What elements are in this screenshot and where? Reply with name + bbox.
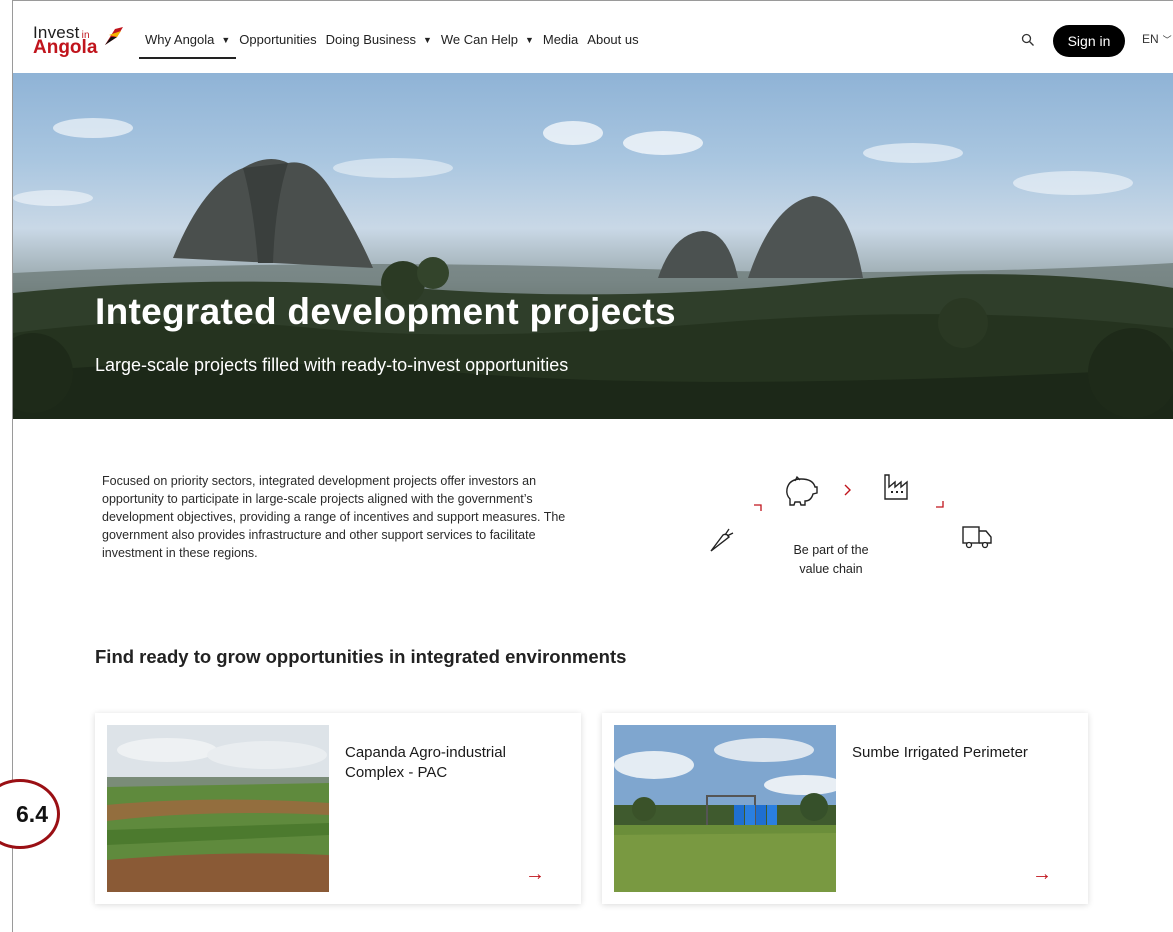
nav-label: Doing Business <box>325 32 416 47</box>
logo-flag-icon <box>105 27 123 45</box>
hero-title: Integrated development projects <box>95 291 676 332</box>
intro-paragraph: Focused on priority sectors, integrated … <box>102 474 566 560</box>
logo-word-angola: Angola <box>33 37 98 58</box>
annotation-badge-label: 6.4 <box>16 800 48 827</box>
pig-icon <box>786 475 818 506</box>
arrow-step-3-icon <box>936 501 944 508</box>
project-image-sumbe <box>614 725 836 892</box>
project-card-title[interactable]: Capanda Agro-industrial Complex - PAC <box>345 743 525 783</box>
carrot-icon <box>710 528 734 552</box>
nav-label: We Can Help <box>440 32 518 47</box>
chevron-down-icon: ﹀ <box>1162 34 1172 45</box>
site-header: Invest in Angola Why Angola ▼ Opportunitie… <box>13 1 1173 81</box>
value-chain-caption: Be part of the value chain <box>766 541 896 579</box>
truck-icon <box>962 526 992 549</box>
project-image-capanda <box>107 725 329 892</box>
nav-item-about-us[interactable]: About us <box>587 32 638 47</box>
language-selector[interactable]: EN ﹀ <box>1142 32 1172 46</box>
nav-item-why-angola[interactable]: Why Angola ▼ <box>138 32 237 59</box>
hero-subtitle: Large-scale projects filled with ready-t… <box>95 355 569 375</box>
caret-down-icon: ▼ <box>221 34 231 45</box>
project-card-title[interactable]: Sumbe Irrigated Perimeter <box>852 743 1032 763</box>
arrow-right-icon[interactable]: → <box>1032 863 1052 886</box>
nav-label: Why Angola <box>145 32 215 47</box>
project-card-sumbe[interactable]: Sumbe Irrigated Perimeter → <box>602 713 1088 904</box>
factory-icon <box>884 474 908 500</box>
site-logo[interactable]: Invest in Angola <box>33 23 123 58</box>
browser-viewport: Invest in Angola Why Angola ▼ Opportunitie… <box>12 0 1173 932</box>
section-title: Find ready to grow opportunities in inte… <box>95 646 627 667</box>
sign-in-button[interactable]: Sign in <box>1053 25 1125 57</box>
arrow-step-1-icon <box>754 504 762 511</box>
nav-label: About us <box>587 32 639 47</box>
language-label: EN <box>1142 32 1159 46</box>
nav-item-media[interactable]: Media <box>543 32 578 47</box>
caret-down-icon: ▼ <box>524 34 534 45</box>
caret-down-icon: ▼ <box>422 34 432 45</box>
arrow-step-2-icon <box>844 484 851 496</box>
arrow-right-icon[interactable]: → <box>525 863 545 886</box>
nav-item-opportunities[interactable]: Opportunities <box>239 32 316 47</box>
nav-label: Opportunities <box>239 32 317 47</box>
nav-item-doing-business[interactable]: Doing Business ▼ <box>326 32 432 47</box>
main-nav: Why Angola ▼ Opportunities Doing Business… <box>138 32 648 59</box>
value-chain-line-1: Be part of the <box>793 543 869 557</box>
hero-banner: Integrated development projects Large-sc… <box>13 73 1173 419</box>
nav-item-we-can-help[interactable]: We Can Help ▼ <box>441 32 534 47</box>
value-chain-line-2: value chain <box>799 562 863 576</box>
project-card-capanda[interactable]: Capanda Agro-industrial Complex - PAC → <box>95 713 581 904</box>
search-icon[interactable] <box>1021 33 1035 47</box>
nav-label: Media <box>542 32 579 47</box>
